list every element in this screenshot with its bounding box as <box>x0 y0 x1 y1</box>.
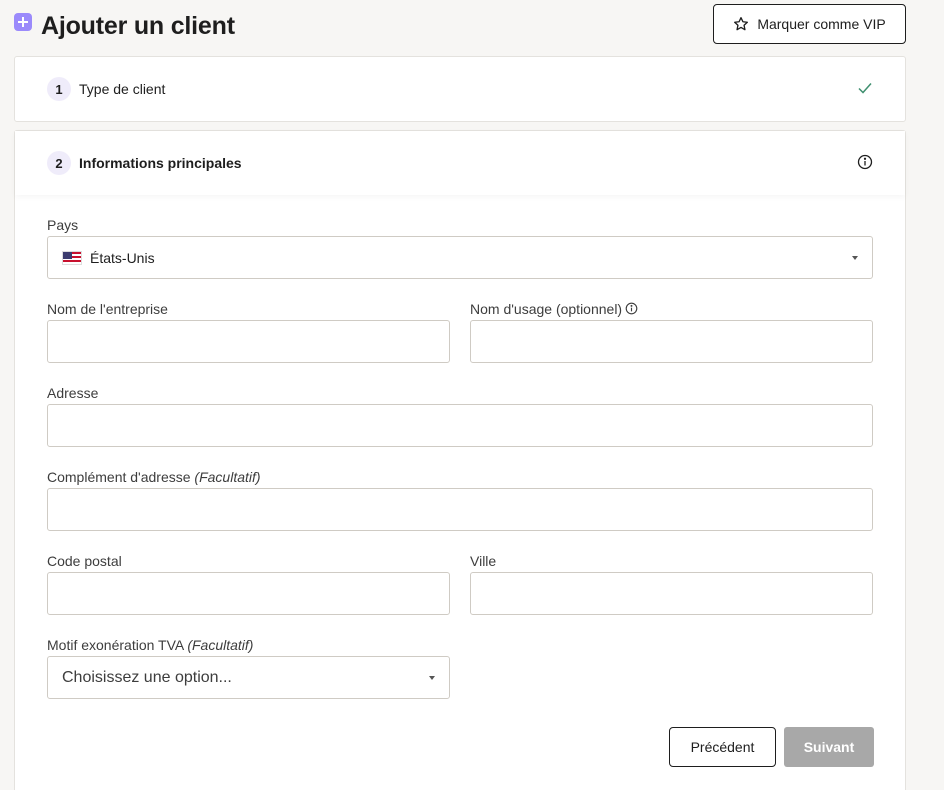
vat-exemption-select[interactable]: Choisissez une option... <box>47 656 450 699</box>
page-title: Ajouter un client <box>41 12 235 40</box>
previous-button[interactable]: Précédent <box>669 727 776 767</box>
usage-name-label-text: Nom d'usage (optionnel) <box>470 301 623 317</box>
us-flag-icon <box>62 250 82 265</box>
country-value: États-Unis <box>90 249 155 266</box>
city-label: Ville <box>470 553 497 569</box>
usage-name-input[interactable] <box>470 320 873 363</box>
address-complement-label: Complément d'adresse (Facultatif) <box>47 469 261 485</box>
address-input[interactable] <box>47 404 873 447</box>
caret-down-icon <box>429 675 435 680</box>
usage-name-label: Nom d'usage (optionnel) <box>470 301 638 317</box>
step-number: 2 <box>47 151 71 175</box>
step-label: Type de client <box>79 81 166 97</box>
vat-exemption-label: Motif exonération TVA (Facultatif) <box>47 637 253 653</box>
optional-tag: (Facultatif) <box>194 469 261 485</box>
step-number: 1 <box>47 77 71 101</box>
company-name-label: Nom de l'entreprise <box>47 301 168 317</box>
address-label: Adresse <box>47 385 99 401</box>
caret-down-icon <box>852 255 858 260</box>
page-header: Ajouter un client Marquer comme VIP <box>14 4 906 46</box>
country-select[interactable]: États-Unis <box>47 236 873 279</box>
vat-exemption-label-text: Motif exonération TVA <box>47 637 184 653</box>
country-label: Pays <box>47 217 79 233</box>
info-icon[interactable] <box>857 154 873 170</box>
optional-tag: (Facultatif) <box>187 637 254 653</box>
step-label: Informations principales <box>79 155 242 171</box>
step-header-client-type[interactable]: 1 Type de client <box>15 57 905 121</box>
mark-vip-button[interactable]: Marquer comme VIP <box>713 4 906 44</box>
address-complement-input[interactable] <box>47 488 873 531</box>
star-icon <box>734 17 749 31</box>
city-input[interactable] <box>470 572 873 615</box>
step-header-main-info[interactable]: 2 Informations principales <box>15 131 905 195</box>
address-complement-label-text: Complément d'adresse <box>47 469 191 485</box>
vat-exemption-placeholder: Choisissez une option... <box>62 668 232 686</box>
add-square-icon <box>14 13 32 31</box>
postal-code-label: Code postal <box>47 553 122 569</box>
postal-code-input[interactable] <box>47 572 450 615</box>
company-name-input[interactable] <box>47 320 450 363</box>
check-icon <box>858 83 872 94</box>
info-icon[interactable] <box>625 302 638 315</box>
step-card-client-type: 1 Type de client <box>14 56 906 122</box>
step-card-main-info: 2 Informations principales Pays États-Un… <box>14 130 906 790</box>
mark-vip-label: Marquer comme VIP <box>757 16 886 32</box>
next-button[interactable]: Suivant <box>784 727 874 767</box>
